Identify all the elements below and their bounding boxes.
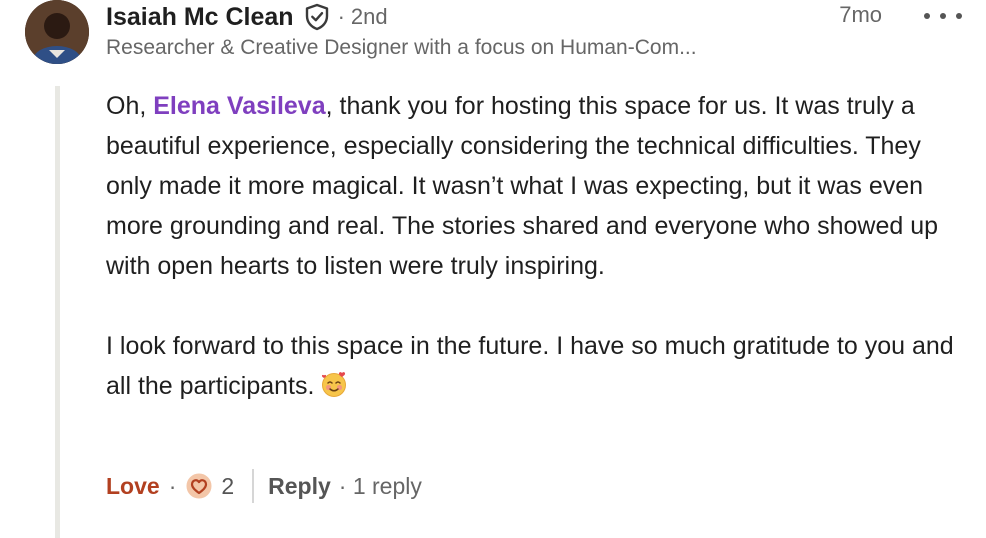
- author-avatar[interactable]: [25, 0, 89, 64]
- mention-link[interactable]: Elena Vasileva: [153, 92, 325, 120]
- comment-paragraph: Oh, Elena Vasileva, thank you for hostin…: [106, 86, 966, 286]
- reply-button[interactable]: Reply: [268, 473, 331, 500]
- comment-lead: Oh,: [106, 92, 154, 120]
- author-name-row: Isaiah Mc Clean · 2nd: [106, 0, 966, 34]
- love-reaction-button[interactable]: Love: [106, 473, 160, 500]
- more-dot: [956, 13, 962, 19]
- connection-degree: 2nd: [350, 4, 388, 29]
- comment-actions: Love · 2 Reply · 1 reply: [106, 466, 422, 506]
- comment-text-rest: , thank you for hosting this space for u…: [106, 92, 939, 280]
- thread-line: [55, 86, 60, 538]
- author-headline: Researcher & Creative Designer with a fo…: [106, 36, 697, 59]
- author-name[interactable]: Isaiah Mc Clean: [106, 3, 294, 32]
- comment-paragraph: I look forward to this space in the futu…: [106, 326, 966, 406]
- comment-text: Oh, Elena Vasileva, thank you for hostin…: [106, 86, 966, 406]
- action-separator: ·: [168, 472, 177, 499]
- love-heart-icon[interactable]: [185, 472, 213, 500]
- more-dot: [924, 13, 930, 19]
- comment-text-closing: I look forward to this space in the futu…: [106, 332, 954, 400]
- actions-divider: [252, 469, 255, 503]
- shield-check-icon: [304, 3, 330, 31]
- comment-header: Isaiah Mc Clean · 2nd Researcher & Creat…: [106, 0, 966, 60]
- more-options-icon[interactable]: [924, 6, 962, 26]
- comment-timestamp: 7mo: [839, 2, 882, 27]
- more-dot: [940, 13, 946, 19]
- reaction-count[interactable]: 2: [221, 473, 234, 500]
- replies-link[interactable]: · 1 reply: [339, 473, 422, 500]
- smiling-face-with-hearts-icon: [320, 370, 348, 398]
- name-separator: ·: [337, 4, 345, 29]
